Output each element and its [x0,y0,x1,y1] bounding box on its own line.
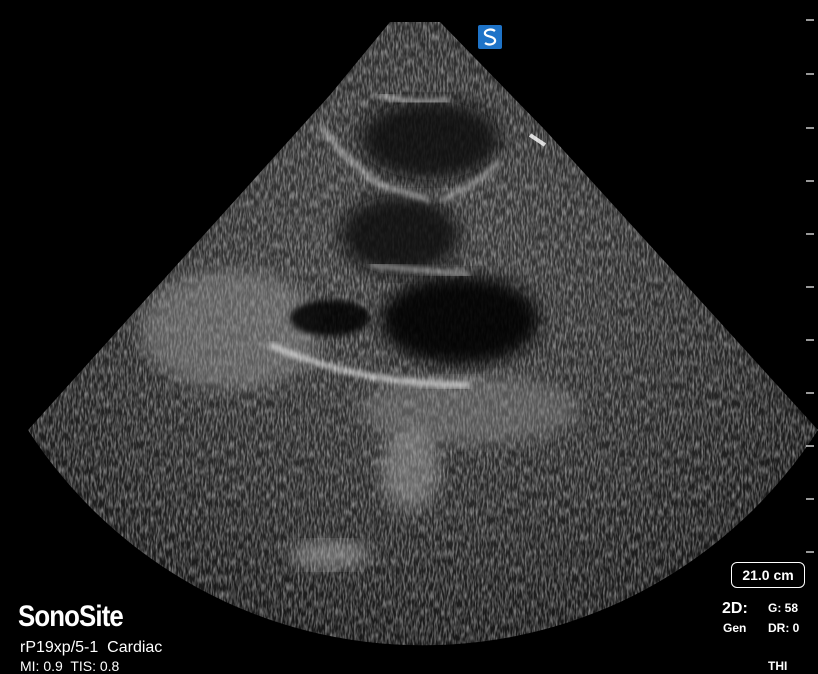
imaging-mode: 2D: [722,600,748,617]
mode-optimization: Gen [723,621,747,635]
brand-logo: SonoSite [18,600,124,633]
depth-readout: 21.0 cm [731,562,805,588]
thi-indicator: THI [768,659,788,673]
mechanical-index: MI: 0.9 TIS: 0.8 [20,658,120,674]
probe-preset: rP19xp/5-1 Cardiac [20,639,163,656]
gain-readout: G: 58 [768,601,799,615]
sonosite-logo-icon [478,25,502,49]
depth-scale [806,19,814,553]
ultrasound-image [28,19,818,646]
dynamic-range-readout: DR: 0 [768,621,800,635]
